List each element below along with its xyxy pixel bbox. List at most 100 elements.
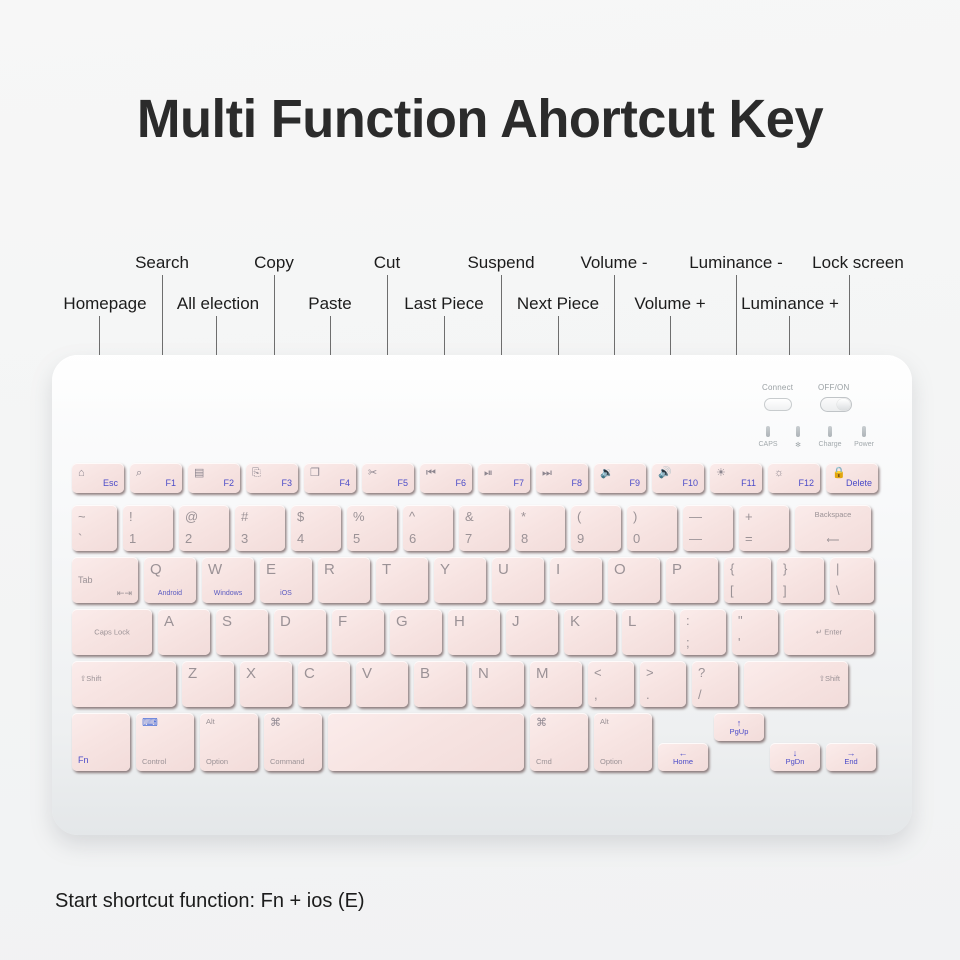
key-a[interactable]: A xyxy=(158,609,210,655)
key-o[interactable]: O xyxy=(608,557,660,603)
key-5[interactable]: % 5 xyxy=(347,505,397,551)
key-punct[interactable]: :; xyxy=(680,609,726,655)
prev-track-icon: ⏮ xyxy=(426,467,436,479)
key-legend: : xyxy=(686,613,690,628)
key-f8[interactable]: ⏭ F8 xyxy=(536,463,588,493)
key-option[interactable]: Alt Option xyxy=(594,713,652,771)
key-0[interactable]: ) 0 xyxy=(627,505,677,551)
key-bracket[interactable]: | \ xyxy=(830,557,874,603)
key-s[interactable]: S xyxy=(216,609,268,655)
key-=[interactable]: + = xyxy=(739,505,789,551)
key-legend: Control xyxy=(142,756,167,766)
volume-up-icon: 🔊 xyxy=(658,467,672,479)
key-q[interactable]: Q Android xyxy=(144,557,196,603)
key-p[interactable]: P xyxy=(666,557,718,603)
key-9[interactable]: (9 xyxy=(571,505,621,551)
key-shift-right[interactable]: ⇧Shift xyxy=(744,661,848,707)
key-legend: Delete xyxy=(845,478,872,488)
key-backspace[interactable]: Backspace ⟵ xyxy=(795,505,871,551)
key-legend: % xyxy=(353,509,365,524)
key-n[interactable]: N xyxy=(472,661,524,707)
key-j[interactable]: J xyxy=(506,609,558,655)
key-`[interactable]: ~ ` xyxy=(72,505,117,551)
key-f1[interactable]: ⌕ F1 xyxy=(130,463,182,493)
key-z[interactable]: Z xyxy=(182,661,234,707)
key-3[interactable]: #3 xyxy=(235,505,285,551)
key-legend: T xyxy=(382,561,392,578)
key-f2[interactable]: ▤ F2 xyxy=(188,463,240,493)
key-enter[interactable]: ↵ Enter xyxy=(784,609,874,655)
power-toggle-switch[interactable] xyxy=(820,397,852,412)
key-space[interactable] xyxy=(328,713,524,771)
key-delete[interactable]: 🔒 Delete xyxy=(826,463,878,493)
key-1[interactable]: ! 1 xyxy=(123,505,173,551)
key-f11[interactable]: ☀ F11 xyxy=(710,463,762,493)
key-legend: ⇧Shift xyxy=(818,674,840,683)
key-option[interactable]: Alt Option xyxy=(200,713,258,771)
key-esc[interactable]: ⌂ Esc xyxy=(72,463,124,493)
key-u[interactable]: U xyxy=(492,557,544,603)
key-v[interactable]: V xyxy=(356,661,408,707)
key-punct[interactable]: <, xyxy=(588,661,634,707)
key-fn[interactable]: Fn xyxy=(72,713,130,771)
key-legend: 6 xyxy=(409,531,417,546)
key-legend: 5 xyxy=(353,531,361,546)
key-f7[interactable]: ⏯ F7 xyxy=(478,463,530,493)
key-f[interactable]: F xyxy=(332,609,384,655)
key-bracket[interactable]: }] xyxy=(777,557,824,603)
key-y[interactable]: Y xyxy=(434,557,486,603)
key-legend: Caps Lock xyxy=(94,627,130,637)
key-m[interactable]: M xyxy=(530,661,582,707)
key-f10[interactable]: 🔊 F10 xyxy=(652,463,704,493)
key-7[interactable]: & 7 xyxy=(459,505,509,551)
key-e[interactable]: EiOS xyxy=(260,557,312,603)
brightness-up-icon: ☼ xyxy=(774,467,785,479)
key-control[interactable]: ⌨ Control xyxy=(136,713,194,771)
key-legend: Windows xyxy=(213,590,243,597)
key-bracket[interactable]: {[ xyxy=(724,557,771,603)
key-cmd[interactable]: ⌘ Cmd xyxy=(530,713,588,771)
connect-button[interactable] xyxy=(764,398,792,411)
key-f9[interactable]: 🔉 F9 xyxy=(594,463,646,493)
key-legend: * xyxy=(521,509,527,524)
key-f12[interactable]: ☼ F12 xyxy=(768,463,820,493)
key-f5[interactable]: ✂ F5 xyxy=(362,463,414,493)
key-caps-lock[interactable]: Caps Lock xyxy=(72,609,152,655)
status-led-label: CAPS xyxy=(758,441,778,448)
key-pgup[interactable]: ↑ PgUp xyxy=(714,713,764,741)
key-b[interactable]: B xyxy=(414,661,466,707)
key-4[interactable]: $4 xyxy=(291,505,341,551)
key-tab[interactable]: Tab ⇤⇥ xyxy=(72,557,138,603)
key-legend: 4 xyxy=(297,531,305,546)
key-punct[interactable]: >. xyxy=(640,661,686,707)
key-t[interactable]: T xyxy=(376,557,428,603)
key-h[interactable]: H xyxy=(448,609,500,655)
key-c[interactable]: C xyxy=(298,661,350,707)
status-led xyxy=(828,426,832,437)
key-end[interactable]: → End xyxy=(826,743,876,771)
key-i[interactable]: I xyxy=(550,557,602,603)
key-6[interactable]: ^ 6 xyxy=(403,505,453,551)
key-home[interactable]: ← Home xyxy=(658,743,708,771)
key-f6[interactable]: ⏮ F6 xyxy=(420,463,472,493)
key-pgdn[interactable]: ↓ PgDn xyxy=(770,743,820,771)
key-w[interactable]: W Windows xyxy=(202,557,254,603)
key-shift-left[interactable]: ⇧Shift xyxy=(72,661,176,707)
key-punct[interactable]: " ' xyxy=(732,609,778,655)
key-f3[interactable]: ⎘ F3 xyxy=(246,463,298,493)
key-—[interactable]: — — xyxy=(683,505,733,551)
key-legend: 9 xyxy=(577,531,585,546)
key-8[interactable]: * 8 xyxy=(515,505,565,551)
key-d[interactable]: D xyxy=(274,609,326,655)
key-command[interactable]: ⌘ Command xyxy=(264,713,322,771)
key-g[interactable]: G xyxy=(390,609,442,655)
key-2[interactable]: @2 xyxy=(179,505,229,551)
callout-label: Volume + xyxy=(634,294,706,313)
key-punct[interactable]: ? / xyxy=(692,661,738,707)
key-f4[interactable]: ❐ F4 xyxy=(304,463,356,493)
key-x[interactable]: X xyxy=(240,661,292,707)
key-k[interactable]: K xyxy=(564,609,616,655)
key-legend: P xyxy=(672,561,683,578)
key-r[interactable]: R xyxy=(318,557,370,603)
key-l[interactable]: L xyxy=(622,609,674,655)
